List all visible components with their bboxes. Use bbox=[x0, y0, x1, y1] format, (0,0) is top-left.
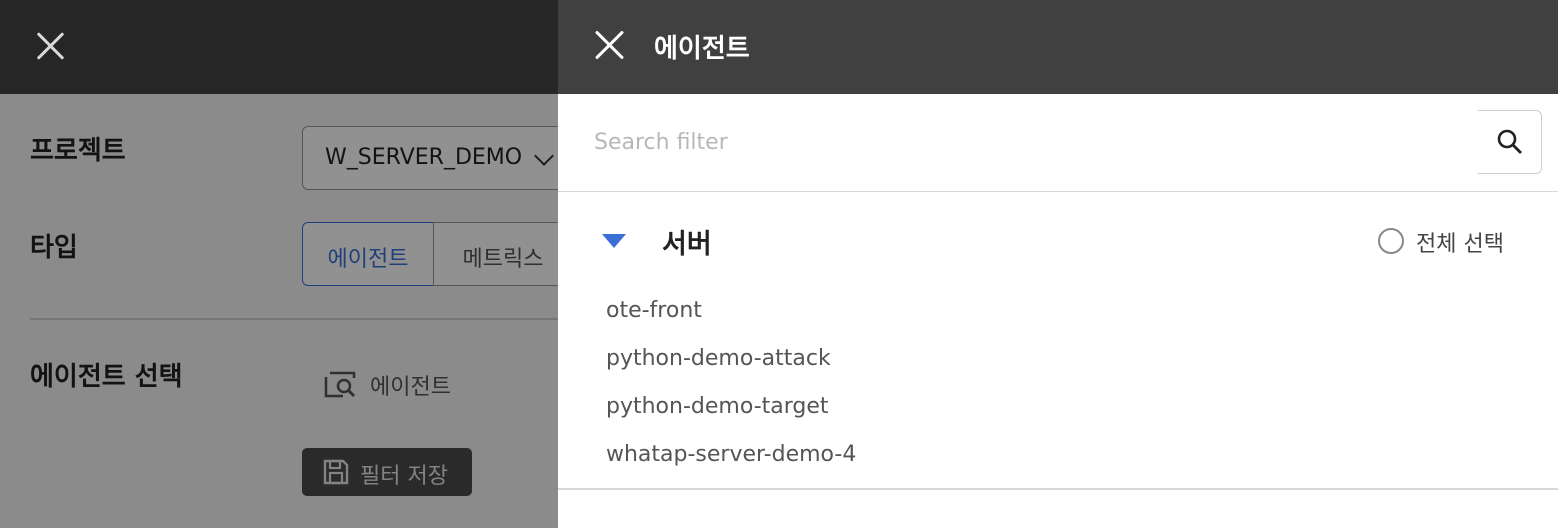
list-item[interactable]: whatap-server-demo-4 bbox=[606, 434, 856, 482]
search-input[interactable] bbox=[594, 120, 1474, 164]
dim-overlay[interactable] bbox=[0, 94, 558, 528]
close-icon[interactable] bbox=[594, 28, 626, 62]
drawer-header: 에이전트 bbox=[558, 0, 1558, 94]
search-bar bbox=[558, 94, 1558, 192]
group-header-server[interactable]: 서버 전체 선택 bbox=[558, 192, 1558, 288]
caret-down-icon[interactable] bbox=[602, 234, 626, 248]
drawer-title: 에이전트 bbox=[654, 34, 750, 64]
list-item[interactable]: python-demo-attack bbox=[606, 338, 856, 386]
radio-icon[interactable] bbox=[1378, 228, 1404, 254]
list-item[interactable]: ote-front bbox=[606, 290, 856, 338]
group-title: 서버 bbox=[662, 229, 712, 260]
select-all-label: 전체 선택 bbox=[1416, 232, 1504, 257]
screen: 프로젝트 W_SERVER_DEMO 타입 에이전트 메트릭스 에이전트 선택 … bbox=[0, 0, 1558, 528]
background-header bbox=[0, 0, 558, 94]
agent-list: ote-front python-demo-attack python-demo… bbox=[606, 290, 856, 482]
divider bbox=[558, 488, 1558, 490]
search-icon bbox=[1497, 129, 1522, 154]
search-button[interactable] bbox=[1478, 110, 1542, 174]
list-item[interactable]: python-demo-target bbox=[606, 386, 856, 434]
close-icon[interactable] bbox=[34, 30, 66, 62]
agent-drawer: 에이전트 서버 전체 선택 ote-front python-demo-atta… bbox=[558, 0, 1558, 528]
